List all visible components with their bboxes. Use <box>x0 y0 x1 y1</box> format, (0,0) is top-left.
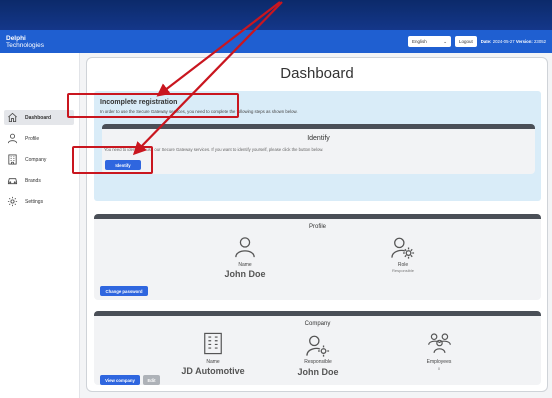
company-responsible-label: Responsible <box>304 359 332 365</box>
sidebar-item-settings[interactable]: Settings <box>4 194 74 209</box>
company-responsible-value: John Doe <box>297 367 339 377</box>
profile-role-value: Responsible <box>391 268 414 273</box>
employees-label: Employees <box>426 359 452 365</box>
profile-name-value: John Doe <box>224 269 266 279</box>
profile-name-label: Name <box>238 262 252 268</box>
date-value: 2024-05-27 <box>492 39 515 44</box>
building-icon <box>8 154 17 165</box>
date-version-info: Date: 2024-05-27 Version: 23052 <box>481 39 546 44</box>
brand-logo: Delphi Technologies <box>6 35 44 49</box>
language-value: English <box>411 39 427 44</box>
header-controls: English ⌄ Logout Date: 2024-05-27 Versio… <box>407 36 546 47</box>
top-header: Delphi Technologies English ⌄ Logout Dat… <box>0 30 552 53</box>
brand-name: Delphi <box>6 34 26 42</box>
company-name-label: Name <box>206 359 220 365</box>
person-icon <box>7 133 18 144</box>
version-value: 23052 <box>534 39 546 44</box>
identify-title: Identify <box>307 135 330 142</box>
sidebar-item-label: Dashboard <box>25 114 52 121</box>
view-company-button[interactable]: View company <box>100 375 140 385</box>
car-icon <box>7 178 18 185</box>
app-window: Delphi Technologies English ⌄ Logout Dat… <box>0 30 552 398</box>
user-settings-icon <box>306 335 330 357</box>
language-select[interactable]: English ⌄ <box>407 36 451 47</box>
employees-value: 0 <box>437 366 441 371</box>
page-title: Dashboard <box>280 65 354 82</box>
logout-button[interactable]: Logout <box>454 36 477 47</box>
building-icon <box>204 332 222 355</box>
chevron-down-icon: ⌄ <box>443 38 447 44</box>
sidebar-item-label: Brands <box>25 177 41 184</box>
background-band <box>0 0 552 30</box>
identify-callout-box <box>72 146 153 174</box>
sidebar-item-dashboard[interactable]: Dashboard <box>4 110 74 125</box>
sidebar-item-company[interactable]: Company <box>4 152 74 167</box>
sidebar-item-label: Settings <box>25 198 44 205</box>
company-title: Company <box>304 321 331 327</box>
version-label: Version: <box>515 39 533 44</box>
sidebar-item-label: Profile <box>25 135 40 142</box>
registration-callout-box <box>67 93 239 118</box>
users-group-icon <box>428 333 451 354</box>
identify-card: Identify You need to identify to use our… <box>102 124 535 174</box>
home-icon <box>8 112 17 123</box>
brand-subtitle: Technologies <box>6 41 44 49</box>
user-settings-icon <box>391 237 415 259</box>
edit-company-button[interactable]: Edit <box>143 375 160 385</box>
profile-title: Profile <box>308 224 326 230</box>
sidebar-item-brands[interactable]: Brands <box>4 173 74 188</box>
person-icon <box>235 237 255 258</box>
company-card: Company Name JD Automotive Responsible J… <box>94 311 541 385</box>
profile-card: Profile Name John Doe Role Responsible C… <box>94 214 541 300</box>
gear-icon <box>7 196 18 207</box>
company-name-value: JD Automotive <box>181 366 245 376</box>
date-label: Date: <box>480 39 492 44</box>
sidebar-item-label: Company <box>25 156 47 163</box>
sidebar-item-profile[interactable]: Profile <box>4 131 74 146</box>
change-password-button[interactable]: Change password <box>100 286 148 296</box>
